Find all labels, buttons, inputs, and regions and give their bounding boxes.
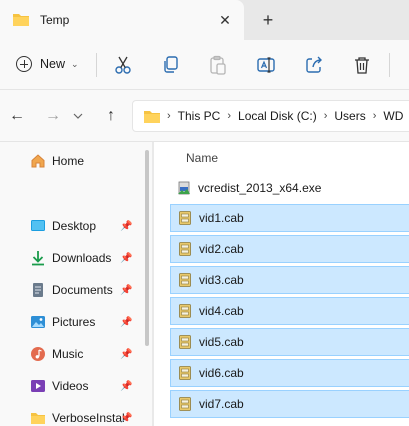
sidebar-item-videos[interactable]: Videos 📌	[30, 378, 140, 394]
file-row[interactable]: vid1.cab	[170, 204, 409, 232]
file-name: vid4.cab	[199, 304, 244, 318]
sidebar-item-label: VerboseInstal	[52, 411, 125, 425]
documents-icon	[33, 283, 43, 297]
cabinet-file-icon	[179, 242, 191, 256]
close-tab-icon[interactable]: ✕	[216, 11, 234, 29]
tab-bar: Temp ✕ +	[0, 0, 409, 40]
file-row[interactable]: vid5.cab	[170, 328, 409, 356]
breadcrumb-separator: ›	[167, 110, 171, 122]
sidebar-scrollbar[interactable]	[145, 150, 149, 346]
cabinet-file-icon	[179, 211, 191, 225]
file-row[interactable]: vid7.cab	[170, 390, 409, 418]
cabinet-file-icon	[179, 273, 191, 287]
sidebar-item-label: Videos	[52, 379, 89, 393]
chevron-down-icon: ⌄	[71, 58, 79, 69]
file-row[interactable]: vcredist_2013_x64.exe	[170, 174, 409, 202]
folder-icon	[31, 413, 45, 424]
folder-icon	[144, 110, 160, 123]
sidebar-item-downloads[interactable]: Downloads 📌	[30, 250, 140, 266]
pin-icon[interactable]: 📌	[120, 349, 132, 360]
breadcrumb-separator: ›	[323, 110, 328, 122]
paste-icon[interactable]	[207, 54, 229, 76]
plus-icon	[16, 56, 32, 72]
pin-icon[interactable]: 📌	[120, 285, 132, 296]
videos-icon	[31, 380, 45, 392]
file-row[interactable]: vid6.cab	[170, 359, 409, 387]
sidebar-item-label: Pictures	[52, 315, 96, 329]
toolbar-divider	[96, 53, 97, 77]
sidebar-item-music[interactable]: Music 📌	[30, 346, 140, 362]
pin-icon[interactable]: 📌	[120, 253, 132, 264]
sidebar-item-documents[interactable]: Documents 📌	[30, 282, 140, 298]
file-row[interactable]: vid4.cab	[170, 297, 409, 325]
file-name: vid3.cab	[199, 273, 244, 287]
share-icon[interactable]	[303, 54, 325, 76]
breadcrumb-separator: ›	[372, 110, 377, 122]
rename-icon[interactable]	[255, 54, 277, 76]
delete-icon[interactable]	[351, 54, 373, 76]
breadcrumb-separator: ›	[227, 110, 232, 122]
new-label: New	[40, 57, 66, 71]
pin-icon[interactable]: 📌	[120, 317, 132, 328]
pin-icon[interactable]: 📌	[120, 221, 132, 232]
file-name: vid2.cab	[199, 242, 244, 256]
file-name: vid5.cab	[199, 335, 244, 349]
cabinet-file-icon	[179, 397, 191, 411]
pin-icon[interactable]: 📌	[120, 381, 132, 392]
breadcrumb-this-pc[interactable]: This PC	[178, 109, 221, 123]
new-button[interactable]: New ⌄	[8, 50, 87, 78]
file-list: Name vcredist_2013_x64.exe vid1.cab vid2…	[152, 142, 409, 426]
desktop-icon	[31, 220, 45, 231]
cabinet-file-icon	[179, 366, 191, 380]
navigation-pane: Home Desktop 📌 Downloads 📌 Documents 📌 P…	[0, 142, 152, 426]
address-bar[interactable]: › This PC › Local Disk (C:) › Users › WD	[132, 100, 409, 132]
new-tab-button[interactable]: +	[258, 10, 278, 30]
file-name: vid6.cab	[199, 366, 244, 380]
file-row[interactable]: vid2.cab	[170, 235, 409, 263]
sidebar-item-home[interactable]: Home	[30, 153, 84, 169]
cut-icon[interactable]	[112, 54, 134, 76]
installer-icon	[178, 181, 190, 195]
music-icon	[31, 347, 45, 361]
folder-icon	[13, 14, 29, 26]
forward-arrow-icon[interactable]: →	[45, 108, 61, 124]
sidebar-item-label: Downloads	[52, 251, 112, 265]
command-bar: New ⌄	[0, 40, 409, 90]
chevron-down-icon[interactable]	[73, 112, 83, 120]
toolbar-divider	[389, 53, 390, 77]
sidebar-item-label: Music	[52, 347, 84, 361]
sidebar-item-pictures[interactable]: Pictures 📌	[30, 314, 140, 330]
file-name: vcredist_2013_x64.exe	[198, 181, 322, 195]
breadcrumb-users[interactable]: Users	[334, 109, 365, 123]
sidebar-item-verboseinstal[interactable]: VerboseInstal 📌	[30, 410, 140, 426]
column-header-name[interactable]: Name	[186, 151, 218, 165]
breadcrumb-local-disk[interactable]: Local Disk (C:)	[238, 109, 317, 123]
sidebar-item-desktop[interactable]: Desktop 📌	[30, 218, 140, 234]
sidebar-item-label: Documents	[52, 283, 113, 297]
breadcrumb-user-folder[interactable]: WD	[383, 109, 403, 123]
file-name: vid1.cab	[199, 211, 244, 225]
copy-icon[interactable]	[160, 54, 182, 76]
file-row[interactable]: vid3.cab	[170, 266, 409, 294]
sidebar-item-label: Home	[52, 154, 85, 168]
back-arrow-icon[interactable]: ←	[9, 108, 25, 124]
pictures-icon	[31, 316, 45, 328]
tab-title: Temp	[40, 13, 70, 27]
home-icon	[31, 154, 45, 168]
navigation-bar: ← → ↑ › This PC › Local Disk (C:) › User…	[0, 90, 409, 142]
sidebar-item-label: Desktop	[52, 219, 97, 233]
pin-icon[interactable]: 📌	[120, 413, 132, 424]
pane-divider	[152, 142, 154, 426]
cabinet-file-icon	[179, 304, 191, 318]
tab-temp[interactable]: Temp ✕	[0, 0, 244, 40]
cabinet-file-icon	[179, 335, 191, 349]
file-name: vid7.cab	[199, 397, 244, 411]
download-icon	[32, 251, 44, 266]
up-arrow-icon[interactable]: ↑	[103, 108, 119, 124]
